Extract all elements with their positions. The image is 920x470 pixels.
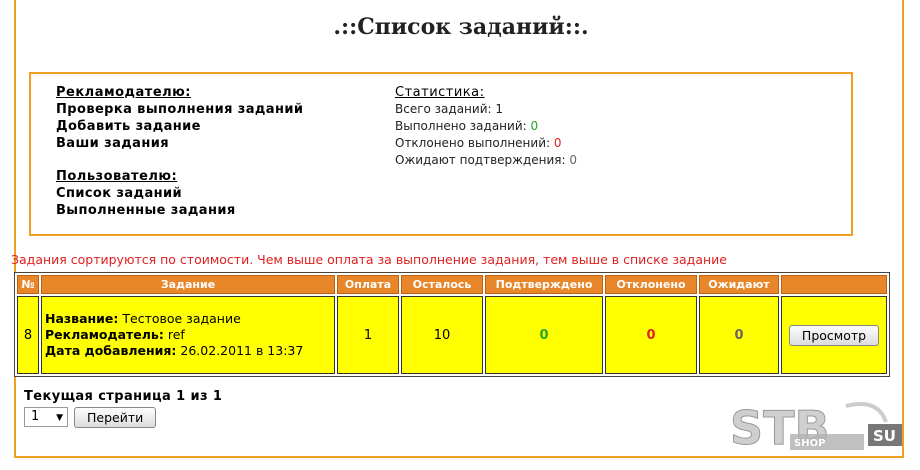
task-remaining: 10 (401, 296, 483, 374)
go-button[interactable]: Перейти (74, 407, 157, 428)
view-button[interactable]: Просмотр (788, 324, 880, 346)
task-advertiser-label: Рекламодатель: (45, 327, 164, 342)
your-tasks-link[interactable]: Ваши задания (56, 135, 303, 152)
task-date: 26.02.2011 в 13:37 (180, 343, 304, 358)
page-select-value: 1 (31, 409, 40, 424)
stat-rejected-label: Отклонено выполнений: (395, 136, 551, 150)
col-confirmed: Подтверждено (485, 275, 603, 294)
stat-done: Выполнено заданий: 0 (395, 118, 577, 135)
task-name-label: Название: (45, 311, 119, 326)
watermark-small: SHOP (794, 438, 825, 449)
col-number: № (17, 275, 39, 294)
task-waiting: 0 (699, 296, 779, 374)
add-task-link[interactable]: Добавить задание (56, 118, 303, 135)
advertiser-heading: Рекламодателю: (56, 85, 192, 100)
task-payment: 1 (337, 296, 399, 374)
stat-rejected-value: 0 (553, 136, 562, 150)
col-rejected: Отклонено (605, 275, 697, 294)
statistics-heading: Статистика: (395, 85, 485, 100)
table-header-row: № Задание Оплата Осталось Подтверждено О… (17, 275, 887, 294)
completed-tasks-link[interactable]: Выполненные задания (56, 202, 303, 219)
col-action (781, 275, 887, 294)
task-date-label: Дата добавления: (45, 343, 177, 358)
col-waiting: Ожидают (699, 275, 779, 294)
task-advertiser: ref (167, 327, 185, 342)
task-description: Название: Тестовое задание Рекламодатель… (41, 296, 335, 374)
col-task: Задание (41, 275, 335, 294)
stat-total-value: 1 (495, 102, 504, 116)
task-name: Тестовое задание (122, 311, 241, 326)
stat-total: Всего заданий: 1 (395, 101, 577, 118)
watermark-sub: SU (873, 427, 896, 445)
col-payment: Оплата (337, 275, 399, 294)
statistics-block: Статистика: Всего заданий: 1 Выполнено з… (395, 84, 577, 169)
stat-done-label: Выполнено заданий: (395, 119, 527, 133)
check-tasks-link[interactable]: Проверка выполнения заданий (56, 101, 303, 118)
stat-pending-label: Ожидают подтверждения: (395, 153, 566, 167)
stat-total-label: Всего заданий: (395, 102, 492, 116)
watermark-logo: STB SHOP SU (730, 401, 902, 456)
sorting-note: Задания сортируются по стоимости. Чем вы… (11, 252, 727, 267)
navigation-panel: Рекламодателю: Проверка выполнения задан… (29, 72, 853, 236)
stat-pending-value: 0 (569, 153, 578, 167)
advertiser-menu: Рекламодателю: Проверка выполнения задан… (56, 84, 303, 219)
task-rejected: 0 (605, 296, 697, 374)
tasks-table: № Задание Оплата Осталось Подтверждено О… (14, 272, 890, 377)
task-confirmed: 0 (485, 296, 603, 374)
task-action-cell: Просмотр (781, 296, 887, 374)
row-number: 8 (17, 296, 39, 374)
stat-done-value: 0 (530, 119, 539, 133)
col-remaining: Осталось (401, 275, 483, 294)
task-list-link[interactable]: Список заданий (56, 185, 303, 202)
table-row: 8 Название: Тестовое задание Рекламодате… (17, 296, 887, 374)
stat-rejected: Отклонено выполнений: 0 (395, 135, 577, 152)
stat-pending: Ожидают подтверждения: 0 (395, 152, 577, 169)
watermark-arc-icon (845, 402, 888, 423)
page-select[interactable]: 1 ▼ (24, 407, 68, 427)
chevron-down-icon: ▼ (56, 413, 63, 423)
user-heading: Пользователю: (56, 169, 178, 184)
page-indicator: Текущая страница 1 из 1 (24, 389, 223, 404)
page-title: .::Список заданий::. (333, 14, 589, 40)
